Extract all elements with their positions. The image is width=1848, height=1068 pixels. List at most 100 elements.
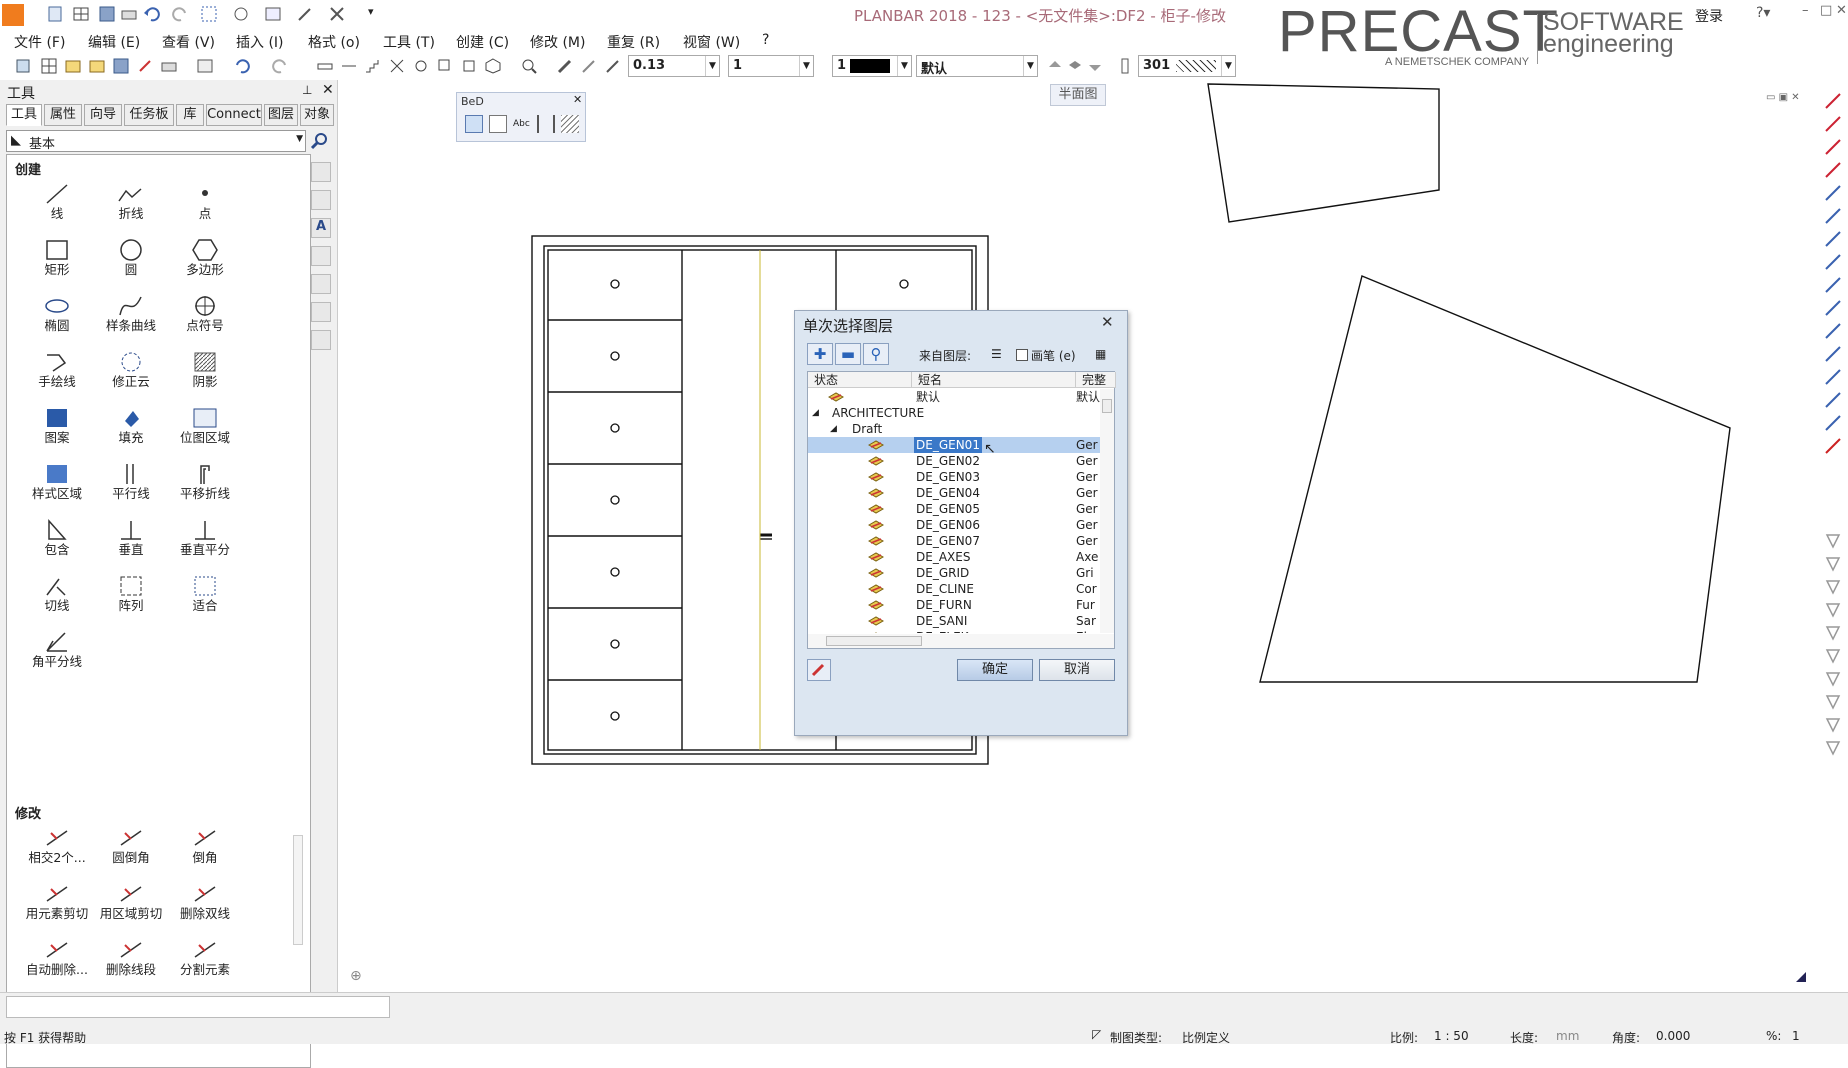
- tool-spline[interactable]: 样条曲线: [95, 289, 167, 343]
- layer-row[interactable]: DE_GEN05 Ger: [808, 501, 1100, 517]
- layers-icon[interactable]: [14, 57, 32, 75]
- close-icon[interactable]: ✕: [1836, 3, 1847, 18]
- right-tool-list-icon[interactable]: [1822, 645, 1844, 667]
- layer-row[interactable]: DE_GEN07 Ger: [808, 533, 1100, 549]
- remove-layer-button[interactable]: ▬: [835, 343, 861, 365]
- save-icon[interactable]: [98, 5, 118, 25]
- layer-row[interactable]: DE_CLINE Cor: [808, 581, 1100, 597]
- tool-auto-delete[interactable]: 自动删除...: [21, 933, 93, 987]
- tool-chamfer[interactable]: 倒角: [169, 821, 241, 875]
- scrollbar[interactable]: [293, 835, 303, 945]
- coordinate-icon[interactable]: ⊕: [350, 968, 362, 984]
- menu-window[interactable]: 视窗 (W): [683, 32, 740, 52]
- tool-include[interactable]: 包含: [21, 513, 93, 567]
- save-icon[interactable]: [112, 57, 130, 75]
- menu-format[interactable]: 格式 (o): [308, 32, 360, 52]
- view-icon[interactable]: [232, 5, 252, 25]
- right-tool-edit-line-icon[interactable]: [1822, 113, 1844, 135]
- right-tool-draw-icon[interactable]: [1822, 90, 1844, 112]
- color-select[interactable]: 1 ▼: [832, 55, 912, 77]
- login-link[interactable]: 登录: [1695, 6, 1723, 26]
- menu-edit[interactable]: 编辑 (E): [88, 32, 140, 52]
- right-tool-copy-icon[interactable]: [1822, 251, 1844, 273]
- col-short[interactable]: 短名: [912, 372, 1076, 388]
- tool-circle[interactable]: 圆: [95, 233, 167, 287]
- layer-row[interactable]: DE_GEN06 Ger: [808, 517, 1100, 533]
- pattern-select[interactable]: 301 ▼: [1138, 55, 1236, 77]
- tool-split-element[interactable]: 分割元素: [169, 933, 241, 987]
- tab-objects[interactable]: 对象: [300, 104, 334, 126]
- right-tool-filter-4-icon[interactable]: [1822, 737, 1844, 759]
- undo-icon[interactable]: [232, 57, 250, 75]
- new-file-icon[interactable]: [46, 5, 66, 25]
- menu-help[interactable]: ?: [762, 32, 769, 48]
- line-type-select[interactable]: 1 ▼: [728, 55, 814, 77]
- scissors-icon[interactable]: [388, 57, 406, 75]
- rotate-icon[interactable]: [412, 57, 430, 75]
- layer-row[interactable]: DE_ELEKEle: [808, 629, 1100, 633]
- tab-properties[interactable]: 属性: [44, 104, 82, 126]
- app-menu-icon[interactable]: [2, 4, 24, 26]
- stairs-icon[interactable]: [364, 57, 382, 75]
- layer-row[interactable]: DE_GEN02 Ger: [808, 453, 1100, 469]
- grid-icon[interactable]: [72, 5, 92, 25]
- scale-value[interactable]: 1 : 50: [1434, 1029, 1469, 1043]
- tool-parallel-lines[interactable]: 平行线: [95, 457, 167, 511]
- tool-rectangle[interactable]: 矩形: [21, 233, 93, 287]
- menu-create[interactable]: 创建 (C): [456, 32, 509, 52]
- tool-fill[interactable]: 填充: [95, 401, 167, 455]
- vertical-scrollbar[interactable]: [1100, 389, 1114, 633]
- vtool-list-icon[interactable]: [311, 330, 331, 350]
- menu-modify[interactable]: 修改 (M): [530, 32, 585, 52]
- layer-stack-icon[interactable]: [1066, 57, 1084, 75]
- right-tool-measure-icon[interactable]: [1822, 553, 1844, 575]
- layer-list[interactable]: 状态 短名 完整 默认 默认 ◢ ARCHITECTURE ◢ Draft DE_GEN01…: [807, 371, 1116, 649]
- window-icon[interactable]: [264, 5, 284, 25]
- edit-icon[interactable]: [296, 5, 316, 25]
- tool-pattern[interactable]: 图案: [21, 401, 93, 455]
- tool-fillet[interactable]: 圆倒角: [95, 821, 167, 875]
- vtool-dimension-icon[interactable]: [311, 246, 331, 266]
- tab-tools[interactable]: 工具: [6, 104, 42, 126]
- right-tool-brush-icon[interactable]: [1822, 182, 1844, 204]
- tool-style-area[interactable]: 样式区域: [21, 457, 93, 511]
- right-tool-pen-icon[interactable]: [1822, 530, 1844, 552]
- right-tool-resize-icon[interactable]: [1822, 412, 1844, 434]
- layer-select[interactable]: 默认 ▼: [916, 55, 1038, 77]
- bed-tool-2-icon[interactable]: [489, 115, 507, 133]
- bed-text-icon[interactable]: Abc: [513, 115, 531, 133]
- tool-revision-cloud[interactable]: 修正云: [95, 345, 167, 399]
- right-tool-filter-2-icon[interactable]: [1822, 691, 1844, 713]
- layer-row[interactable]: DE_GEN03 Ger: [808, 469, 1100, 485]
- layer-row[interactable]: DE_GEN01 Ger: [808, 437, 1100, 453]
- half-plan-button[interactable]: 半面图: [1050, 84, 1106, 106]
- bed-dimension-icon[interactable]: [537, 115, 555, 133]
- vtool-edit-icon[interactable]: [311, 302, 331, 322]
- right-tool-layer-icon[interactable]: [1822, 622, 1844, 644]
- layer-brush-icon[interactable]: [807, 659, 831, 681]
- bed-close-icon[interactable]: ✕: [573, 93, 582, 106]
- eyedropper-icon[interactable]: [604, 57, 622, 75]
- menu-view[interactable]: 查看 (V): [162, 32, 215, 52]
- right-tool-filter-3-icon[interactable]: [1822, 714, 1844, 736]
- measure-icon[interactable]: [316, 57, 334, 75]
- maximize-icon[interactable]: □: [1820, 3, 1832, 18]
- panel-close-icon[interactable]: ✕: [322, 82, 334, 98]
- tab-library[interactable]: 库: [176, 104, 204, 126]
- select-icon[interactable]: [200, 5, 220, 25]
- tool-point[interactable]: 点: [169, 177, 241, 231]
- tool-ellipse[interactable]: 椭圆: [21, 289, 93, 343]
- horizontal-scrollbar[interactable]: [808, 634, 1114, 648]
- cancel-button[interactable]: 取消: [1039, 659, 1115, 681]
- palette-select[interactable]: ◣ 基本 ▼: [6, 130, 306, 152]
- vtool-draw-icon[interactable]: [311, 162, 331, 182]
- right-tool-sum-icon[interactable]: [1822, 668, 1844, 690]
- tool-array[interactable]: 阵列: [95, 569, 167, 623]
- help-icon[interactable]: ?▾: [1756, 5, 1770, 21]
- menu-file[interactable]: 文件 (F): [14, 32, 65, 52]
- redo-icon[interactable]: [272, 57, 290, 75]
- pen-checkbox[interactable]: [1016, 349, 1028, 361]
- ok-button[interactable]: 确定: [957, 659, 1033, 681]
- tool-delete-double-line[interactable]: 删除双线: [169, 877, 241, 931]
- customize-icon[interactable]: ▾: [368, 5, 388, 25]
